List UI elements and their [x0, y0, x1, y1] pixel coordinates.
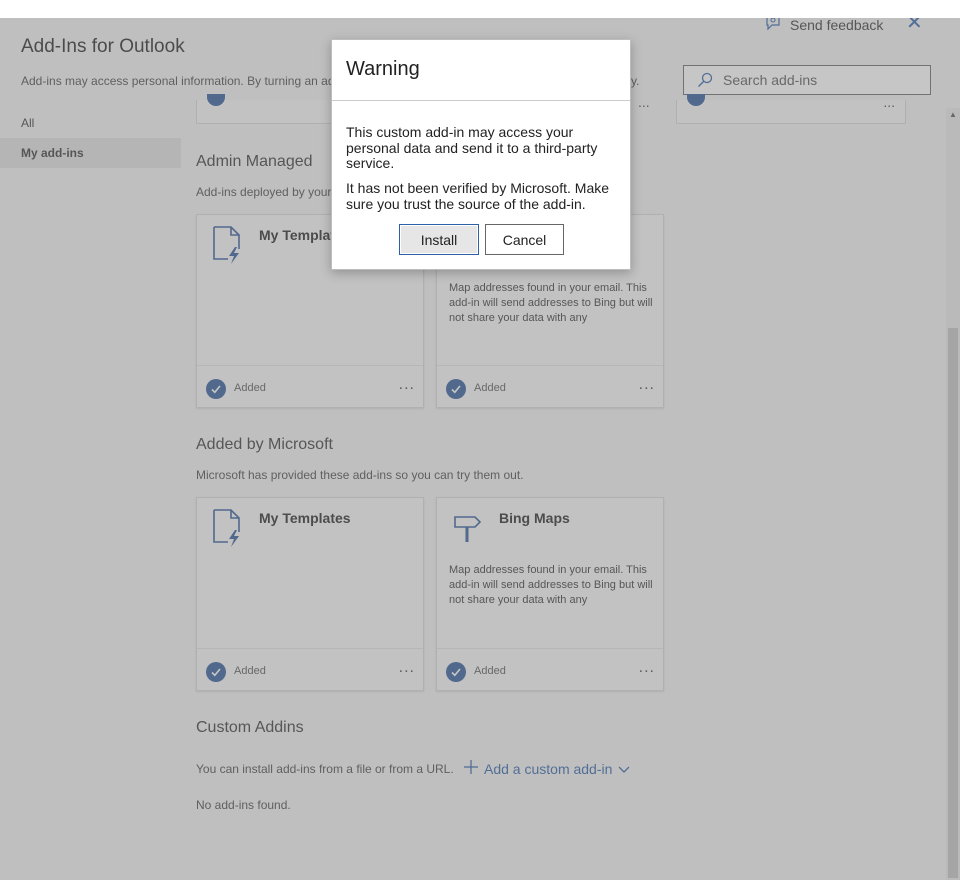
addin-status: Added — [474, 665, 506, 677]
scrollbar[interactable]: ▲ — [946, 108, 960, 880]
add-custom-addin-button[interactable]: Add a custom add-in — [464, 760, 630, 777]
card-footer: Added ... — [197, 648, 423, 692]
sidebar-item-my-addins[interactable]: My add-ins — [0, 138, 181, 168]
chevron-down-icon — [618, 761, 630, 777]
card-footer: Added ... — [197, 365, 423, 409]
check-icon — [207, 94, 225, 106]
card-footer: Added ... — [437, 648, 663, 692]
sidebar-item-all[interactable]: All — [0, 108, 181, 138]
check-icon — [206, 379, 226, 399]
template-icon — [211, 508, 245, 553]
cancel-button[interactable]: Cancel — [485, 224, 564, 255]
signpost-icon — [451, 508, 485, 549]
addin-description: Map addresses found in your email. This … — [449, 564, 653, 606]
template-icon — [211, 225, 245, 270]
section-heading-microsoft: Added by Microsoft — [196, 436, 333, 453]
more-options-icon[interactable]: ... — [639, 659, 655, 677]
addin-card-my-templates[interactable]: My Templates Added ... — [196, 497, 424, 691]
card-footer: Added ... — [437, 365, 663, 409]
scrollbar-thumb[interactable] — [948, 328, 958, 878]
more-options-icon[interactable]: ... — [399, 376, 415, 394]
add-custom-addin-label: Add a custom add-in — [484, 760, 613, 777]
dialog-title: Warning — [346, 58, 420, 80]
section-description-custom: You can install add-ins from a file or f… — [196, 762, 454, 776]
warning-dialog: Warning This custom add-in may access yo… — [331, 39, 631, 270]
plus-icon — [464, 760, 478, 777]
more-options-icon[interactable]: ... — [883, 94, 895, 110]
dialog-message-verification: It has not been verified by Microsoft. M… — [346, 180, 610, 212]
install-button[interactable]: Install — [399, 224, 479, 255]
scroll-up-arrow-icon[interactable]: ▲ — [948, 110, 958, 120]
partial-card: ... — [676, 94, 906, 124]
page-title: Add-Ins for Outlook — [21, 36, 185, 57]
sidebar-nav: All My add-ins — [0, 108, 181, 168]
check-icon — [446, 662, 466, 682]
window-top-bar — [0, 0, 960, 19]
dialog-divider — [332, 100, 630, 101]
section-description-admin: Add-ins deployed by your — [196, 185, 332, 199]
addin-card-bing-maps[interactable]: Bing Maps Map addresses found in your em… — [436, 497, 664, 691]
empty-message: No add-ins found. — [196, 798, 291, 812]
addin-status: Added — [234, 382, 266, 394]
more-options-icon[interactable]: ... — [638, 94, 650, 110]
section-description-microsoft: Microsoft has provided these add-ins so … — [196, 468, 524, 482]
section-heading-custom: Custom Addins — [196, 719, 304, 736]
check-icon — [206, 662, 226, 682]
more-options-icon[interactable]: ... — [399, 659, 415, 677]
dialog-message: This custom add-in may access your perso… — [346, 124, 598, 171]
addin-name: Bing Maps — [499, 510, 570, 526]
addin-name: My Templates — [259, 510, 351, 526]
section-heading-admin: Admin Managed — [196, 153, 313, 170]
check-icon — [687, 94, 705, 106]
addin-description: Map addresses found in your email. This … — [449, 282, 653, 324]
check-icon — [446, 379, 466, 399]
more-options-icon[interactable]: ... — [639, 376, 655, 394]
addin-status: Added — [234, 665, 266, 677]
addin-status: Added — [474, 382, 506, 394]
